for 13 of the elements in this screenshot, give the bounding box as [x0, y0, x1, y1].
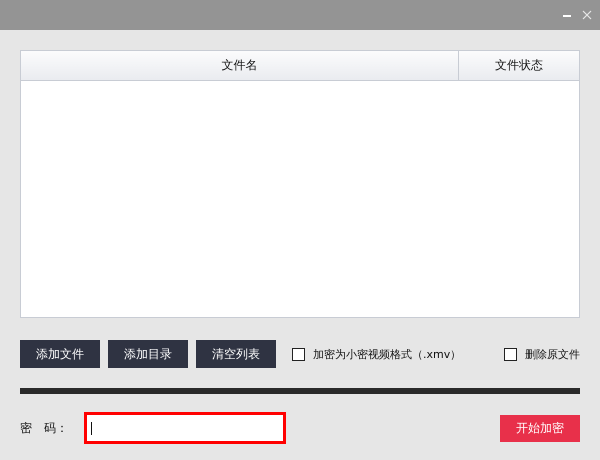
checkbox-label: 加密为小密视频格式（.xmv）	[313, 346, 462, 362]
checkbox-label: 删除原文件	[525, 346, 580, 362]
close-icon[interactable]	[582, 10, 592, 20]
toolbar-button[interactable]: 清空列表	[196, 340, 276, 368]
checkbox[interactable]	[292, 348, 305, 360]
column-header[interactable]: 文件状态	[459, 51, 579, 80]
toolbar-button[interactable]: 添加目录	[108, 340, 188, 368]
password-field[interactable]	[84, 412, 286, 444]
column-header[interactable]: 文件名	[21, 51, 459, 80]
start-encrypt-button[interactable]: 开始加密	[500, 414, 580, 442]
checkbox[interactable]	[504, 348, 517, 360]
password-label: 密 码：	[20, 420, 69, 436]
toolbar-button[interactable]: 添加文件	[20, 340, 100, 368]
